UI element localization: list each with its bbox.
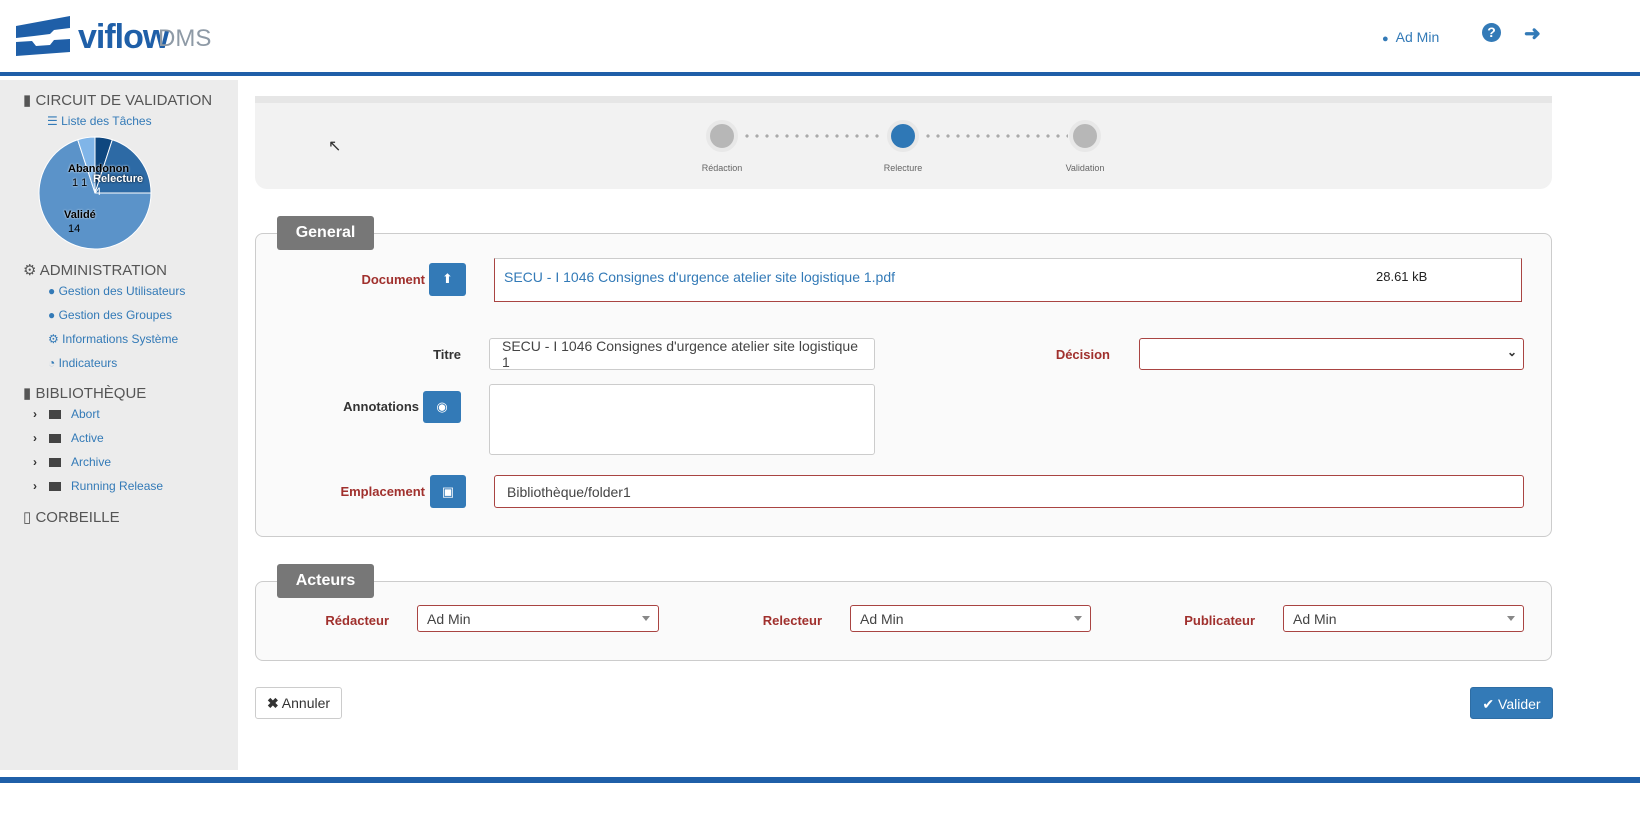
footer-bar xyxy=(0,777,1640,783)
documents-icon: ▮ xyxy=(23,92,32,109)
folder-icon xyxy=(49,434,61,443)
indicators-link[interactable]: ◔ Indicateurs xyxy=(48,356,117,370)
decision-select[interactable]: ⌄ xyxy=(1139,338,1524,370)
relecteur-label: Relecteur xyxy=(762,613,822,628)
sidebar: ▮ CIRCUIT DE VALIDATION ☰ Liste des Tâch… xyxy=(0,80,238,770)
general-legend: General xyxy=(277,216,374,250)
decision-label: Décision xyxy=(1055,347,1110,362)
folder-icon xyxy=(49,458,61,467)
users-icon: ● xyxy=(48,308,56,322)
trash-icon: ▯ xyxy=(23,509,32,526)
pie-value-abandon: 1 1 xyxy=(72,177,88,189)
user-name: Ad Min xyxy=(1395,29,1440,45)
caret-down-icon xyxy=(1507,616,1515,621)
folder-icon xyxy=(49,482,61,491)
pie-label-relecture: Relecture xyxy=(93,173,144,185)
cancel-button[interactable]: ✖ Annuler xyxy=(255,687,342,719)
step-relecture xyxy=(887,120,919,152)
chevron-right-icon[interactable]: › xyxy=(33,455,49,469)
step-connector xyxy=(742,134,884,138)
chevron-right-icon[interactable]: › xyxy=(33,407,49,421)
header: viflow DMS ● Ad Min ? ➜ xyxy=(0,0,1640,76)
annotations-textarea[interactable] xyxy=(489,384,875,455)
upload-icon: ⬆ xyxy=(442,271,453,286)
drive-icon: ▣ xyxy=(441,484,455,499)
user-icon: ● xyxy=(48,284,56,298)
pie-value-relecture: 4 xyxy=(95,186,102,198)
brand-name: viflow xyxy=(78,18,169,56)
browse-location-button[interactable]: ▣ xyxy=(430,475,466,508)
title-input[interactable]: SECU - I 1046 Consignes d'urgence atelie… xyxy=(489,338,875,370)
task-list-link[interactable]: ☰ Liste des Tâches xyxy=(47,114,152,128)
document-box: SECU - I 1046 Consignes d'urgence atelie… xyxy=(494,258,1522,302)
system-info-link[interactable]: ⚙ Informations Système xyxy=(48,332,178,346)
validate-button[interactable]: ✔ Valider xyxy=(1470,687,1553,719)
brand-product: DMS xyxy=(158,25,212,52)
pie-label-valide: Validé xyxy=(64,209,96,221)
pie-value-valide: 14 xyxy=(68,223,81,235)
view-annotations-button[interactable]: ◉ xyxy=(423,391,461,423)
book-icon: ▮ xyxy=(23,385,32,402)
logout-icon[interactable]: ➜ xyxy=(1524,21,1541,46)
upload-button[interactable]: ⬆ xyxy=(429,263,466,296)
folder-active[interactable]: › Active xyxy=(33,431,104,445)
cogs-icon: ⚙ xyxy=(48,332,59,346)
location-input[interactable]: Bibliothèque/folder1 xyxy=(494,475,1524,508)
document-size: 28.61 kB xyxy=(1376,269,1428,284)
folder-abort[interactable]: › Abort xyxy=(33,407,100,421)
user-icon: ● xyxy=(1382,33,1389,45)
document-label: Document xyxy=(361,272,425,287)
check-icon: ✔ xyxy=(1482,696,1495,712)
title-label: Titre xyxy=(433,347,461,362)
workflow-stepper: Rédaction Relecture Validation xyxy=(255,96,1552,189)
list-icon: ☰ xyxy=(47,114,58,128)
eye-icon: ◉ xyxy=(436,399,448,414)
help-icon[interactable]: ? xyxy=(1482,23,1501,42)
chevron-down-icon: ⌄ xyxy=(1506,345,1517,359)
folder-running-release[interactable]: › Running Release xyxy=(33,479,163,493)
location-label: Emplacement xyxy=(340,484,425,499)
circuit-section: ▮ CIRCUIT DE VALIDATION xyxy=(23,92,213,109)
step-label: Rédaction xyxy=(701,163,743,173)
chevron-right-icon[interactable]: › xyxy=(33,479,49,493)
folder-icon xyxy=(49,410,61,419)
folder-archive[interactable]: › Archive xyxy=(33,455,111,469)
document-link[interactable]: SECU - I 1046 Consignes d'urgence atelie… xyxy=(504,269,895,285)
redacteur-label: Rédacteur xyxy=(325,613,389,628)
step-redaction xyxy=(706,120,738,152)
user-menu[interactable]: ● Ad Min xyxy=(1382,29,1439,45)
chevron-right-icon[interactable]: › xyxy=(33,431,49,445)
actors-legend: Acteurs xyxy=(277,564,374,598)
trash-section[interactable]: ▯ CORBEILLE xyxy=(23,508,120,526)
groups-link[interactable]: ● Gestion des Groupes xyxy=(48,308,172,322)
pie-chart-icon: ◔ xyxy=(48,356,56,370)
step-validation xyxy=(1069,120,1101,152)
step-connector xyxy=(923,134,1068,138)
step-label: Relecture xyxy=(883,163,923,173)
admin-section: ⚙ ADMINISTRATION xyxy=(23,262,168,279)
annotations-label: Annotations xyxy=(343,399,419,414)
users-link[interactable]: ● Gestion des Utilisateurs xyxy=(48,284,185,298)
mouse-cursor-icon: ↖ xyxy=(328,138,342,155)
publicateur-select[interactable]: Ad Min xyxy=(1283,605,1524,632)
viflow-logo xyxy=(16,16,70,56)
step-label: Validation xyxy=(1065,163,1105,173)
publicateur-label: Publicateur xyxy=(1184,613,1255,628)
library-section[interactable]: ▮ BIBLIOTHÈQUE xyxy=(23,384,146,402)
gear-icon: ⚙ xyxy=(23,262,37,279)
close-icon: ✖ xyxy=(266,695,279,711)
